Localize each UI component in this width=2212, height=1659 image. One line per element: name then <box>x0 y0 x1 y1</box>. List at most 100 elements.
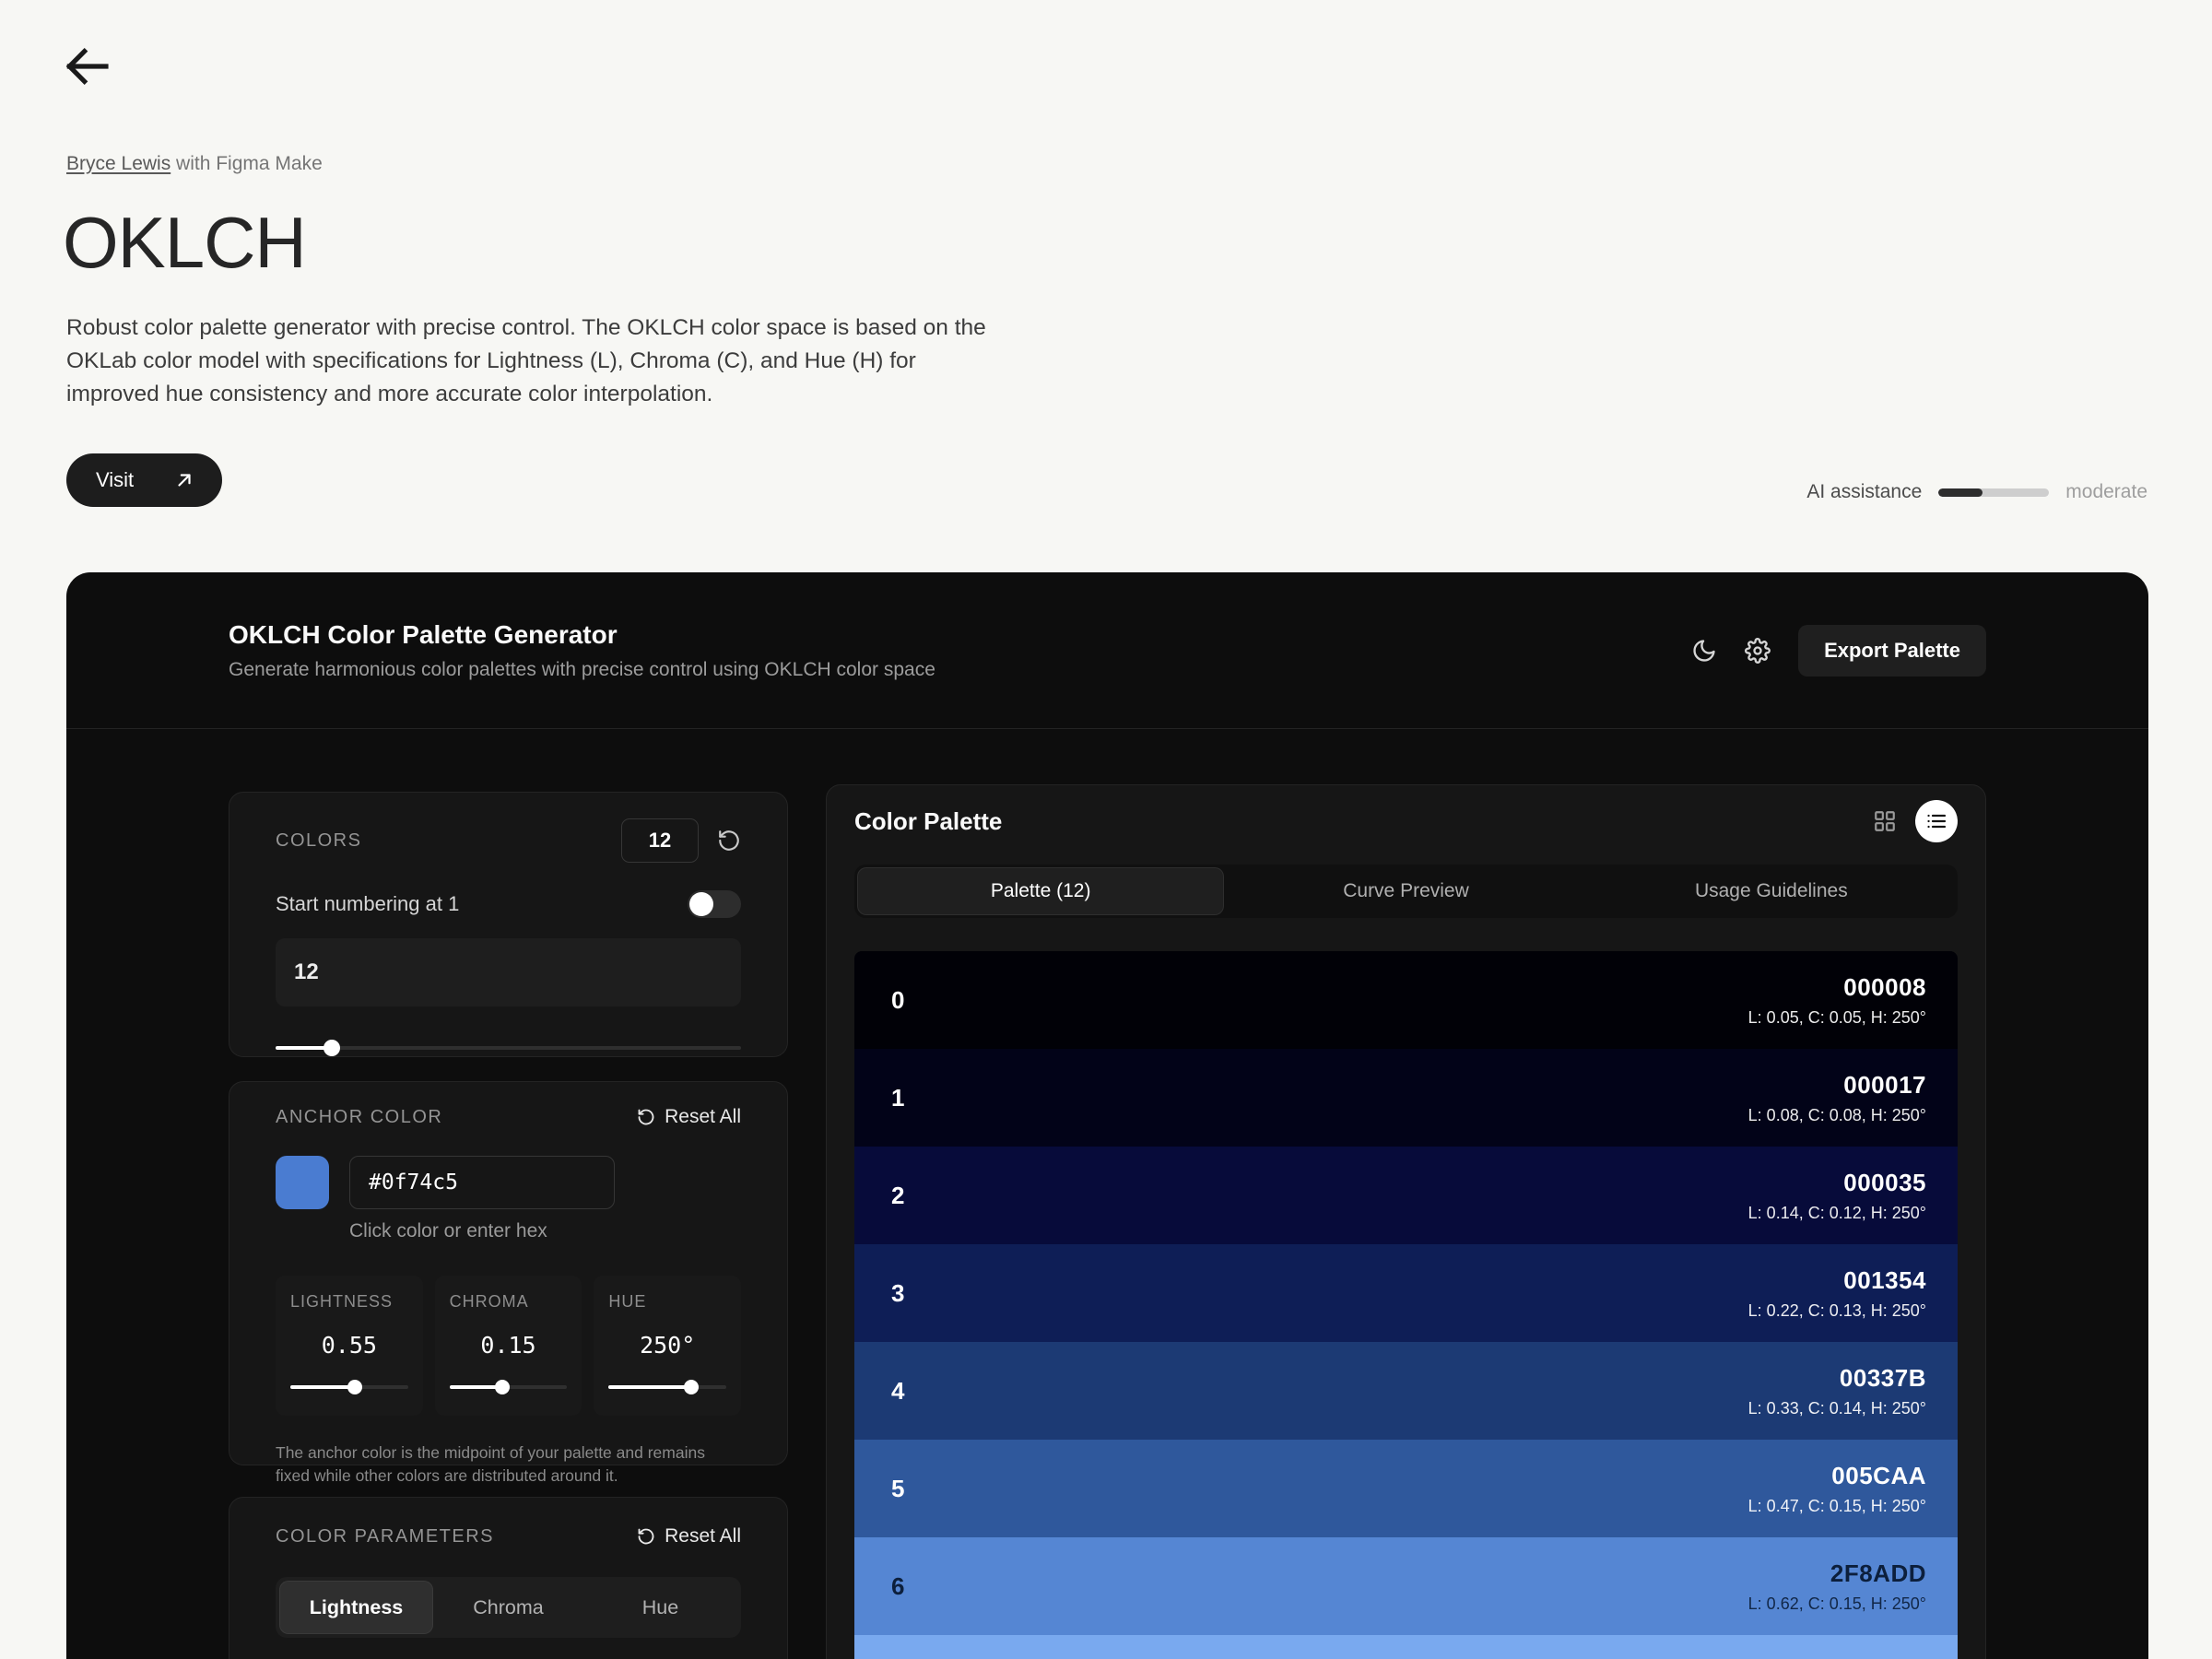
export-palette-button[interactable]: Export Palette <box>1798 625 1986 677</box>
palette-row-lch: L: 0.62, C: 0.15, H: 250° <box>1748 1594 1926 1614</box>
color-count-field[interactable]: 12 <box>276 938 741 1006</box>
grid-view-button[interactable] <box>1873 809 1897 833</box>
chroma-slider[interactable] <box>450 1379 568 1395</box>
list-view-button[interactable] <box>1915 800 1958 842</box>
author-link[interactable]: Bryce Lewis <box>66 153 171 174</box>
chroma-label: CHROMA <box>450 1292 568 1312</box>
palette-row-lch: L: 0.14, C: 0.12, H: 250° <box>1748 1204 1926 1223</box>
settings-button[interactable] <box>1745 638 1771 664</box>
slider-thumb[interactable] <box>347 1380 362 1394</box>
slider-thumb[interactable] <box>324 1040 340 1056</box>
palette-row-hex: 005CAA <box>1748 1462 1926 1490</box>
tab-curve-preview[interactable]: Curve Preview <box>1223 868 1588 914</box>
palette-row[interactable]: 6 2F8ADD L: 0.62, C: 0.15, H: 250° <box>854 1537 1958 1635</box>
palette-row[interactable]: 2 000035 L: 0.14, C: 0.12, H: 250° <box>854 1147 1958 1244</box>
app-panel: OKLCH Color Palette Generator Generate h… <box>66 572 2148 1659</box>
byline: Bryce Lewis with Figma Make <box>66 153 323 175</box>
page-description: Robust color palette generator with prec… <box>66 312 1006 411</box>
export-palette-label: Export Palette <box>1824 639 1960 663</box>
color-palette-card: Color Palette <box>826 784 1986 1659</box>
palette-row-list: 0 000008 L: 0.05, C: 0.05, H: 250° 1 000… <box>854 951 1958 1659</box>
toggle-knob <box>689 892 713 916</box>
lightness-param: LIGHTNESS 0.55 <box>276 1276 423 1416</box>
lightness-label: LIGHTNESS <box>290 1292 408 1312</box>
grid-view-icon <box>1873 809 1897 833</box>
chroma-param: CHROMA 0.15 <box>435 1276 582 1416</box>
ai-assistance-label: AI assistance <box>1806 481 1922 503</box>
parameters-reset-all-button[interactable]: Reset All <box>637 1525 741 1547</box>
tab-chroma[interactable]: Chroma <box>432 1582 584 1633</box>
rotate-ccw-icon <box>637 1108 655 1126</box>
dark-mode-toggle-button[interactable] <box>1691 638 1717 664</box>
slider-thumb[interactable] <box>495 1380 510 1394</box>
palette-row-lch: L: 0.47, C: 0.15, H: 250° <box>1748 1497 1926 1516</box>
palette-row[interactable]: 1 000017 L: 0.08, C: 0.08, H: 250° <box>854 1049 1958 1147</box>
lightness-slider[interactable] <box>290 1379 408 1395</box>
ai-assistance-control: AI assistance moderate <box>1806 481 2147 503</box>
app-header: OKLCH Color Palette Generator Generate h… <box>66 572 2148 729</box>
palette-row-index: 0 <box>854 986 904 1015</box>
list-view-icon <box>1925 810 1947 832</box>
anchor-color-card: ANCHOR COLOR Reset All #0f74c5 Click col… <box>229 1081 788 1465</box>
color-count-slider[interactable] <box>276 1040 741 1056</box>
palette-row-hex: 000017 <box>1748 1071 1926 1100</box>
tab-lightness[interactable]: Lightness <box>280 1582 432 1633</box>
palette-row-hex: 000035 <box>1748 1169 1926 1197</box>
anchor-color-swatch[interactable] <box>276 1156 329 1209</box>
app-subtitle: Generate harmonious color palettes with … <box>229 659 935 681</box>
ai-assistance-slider[interactable] <box>1938 488 2049 497</box>
palette-row-lch: L: 0.08, C: 0.08, H: 250° <box>1748 1106 1926 1125</box>
tab-usage-guidelines[interactable]: Usage Guidelines <box>1589 868 1954 914</box>
reset-count-button[interactable] <box>717 829 741 853</box>
palette-row-index: 2 <box>854 1182 904 1210</box>
ai-assistance-level: moderate <box>2065 481 2147 503</box>
hue-slider[interactable] <box>608 1379 726 1395</box>
palette-row-index: 3 <box>854 1279 904 1308</box>
palette-row[interactable]: 4 00337B L: 0.33, C: 0.14, H: 250° <box>854 1342 1958 1440</box>
app-title: OKLCH Color Palette Generator <box>229 620 935 650</box>
external-link-icon <box>174 470 194 490</box>
colors-heading: COLORS <box>276 830 361 852</box>
back-button[interactable] <box>61 41 112 92</box>
palette-row-index: 1 <box>854 1084 904 1112</box>
palette-row-lch: L: 0.22, C: 0.13, H: 250° <box>1748 1301 1926 1321</box>
hex-hint: Click color or enter hex <box>349 1220 615 1242</box>
palette-row-hex: 00337B <box>1748 1364 1926 1393</box>
palette-row-lch: L: 0.05, C: 0.05, H: 250° <box>1748 1008 1926 1028</box>
palette-row[interactable]: 0 000008 L: 0.05, C: 0.05, H: 250° <box>854 951 1958 1049</box>
parameter-tabs: Lightness Chroma Hue <box>276 1577 741 1638</box>
palette-row-hex: 000008 <box>1748 973 1926 1002</box>
anchor-reset-all-button[interactable]: Reset All <box>637 1106 741 1128</box>
palette-row[interactable]: 5 005CAA L: 0.47, C: 0.15, H: 250° <box>854 1440 1958 1537</box>
palette-row[interactable]: 7 <box>854 1635 1958 1659</box>
byline-suffix: with Figma Make <box>171 153 323 174</box>
tab-palette[interactable]: Palette (12) <box>858 868 1223 914</box>
gear-icon <box>1745 638 1771 664</box>
anchor-note: The anchor color is the midpoint of your… <box>276 1441 741 1488</box>
slider-thumb[interactable] <box>684 1380 699 1394</box>
anchor-reset-all-label: Reset All <box>665 1106 741 1128</box>
tab-hue[interactable]: Hue <box>584 1582 736 1633</box>
palette-row-index: 6 <box>854 1572 904 1601</box>
rotate-ccw-icon <box>637 1527 655 1546</box>
palette-row-index: 5 <box>854 1475 904 1503</box>
visit-button[interactable]: Visit <box>66 453 222 507</box>
color-parameters-card: COLOR PARAMETERS Reset All Lightness Chr… <box>229 1497 788 1659</box>
palette-row-index: 4 <box>854 1377 904 1406</box>
rotate-ccw-icon <box>717 829 741 853</box>
parameters-reset-all-label: Reset All <box>665 1525 741 1547</box>
palette-row-lch: L: 0.33, C: 0.14, H: 250° <box>1748 1399 1926 1418</box>
palette-row-hex: 001354 <box>1748 1266 1926 1295</box>
parameters-heading: COLOR PARAMETERS <box>276 1526 494 1547</box>
hex-input[interactable]: #0f74c5 <box>349 1156 615 1209</box>
palette-heading: Color Palette <box>854 807 1002 836</box>
palette-row[interactable]: 3 001354 L: 0.22, C: 0.13, H: 250° <box>854 1244 1958 1342</box>
color-count-input[interactable]: 12 <box>621 818 699 863</box>
moon-icon <box>1691 638 1717 664</box>
chroma-value: 0.15 <box>450 1332 568 1359</box>
start-numbering-toggle[interactable] <box>688 890 741 918</box>
hue-value: 250° <box>608 1332 726 1359</box>
ai-assistance-fill <box>1938 488 1983 497</box>
start-numbering-label: Start numbering at 1 <box>276 892 459 916</box>
visit-label: Visit <box>96 468 134 492</box>
